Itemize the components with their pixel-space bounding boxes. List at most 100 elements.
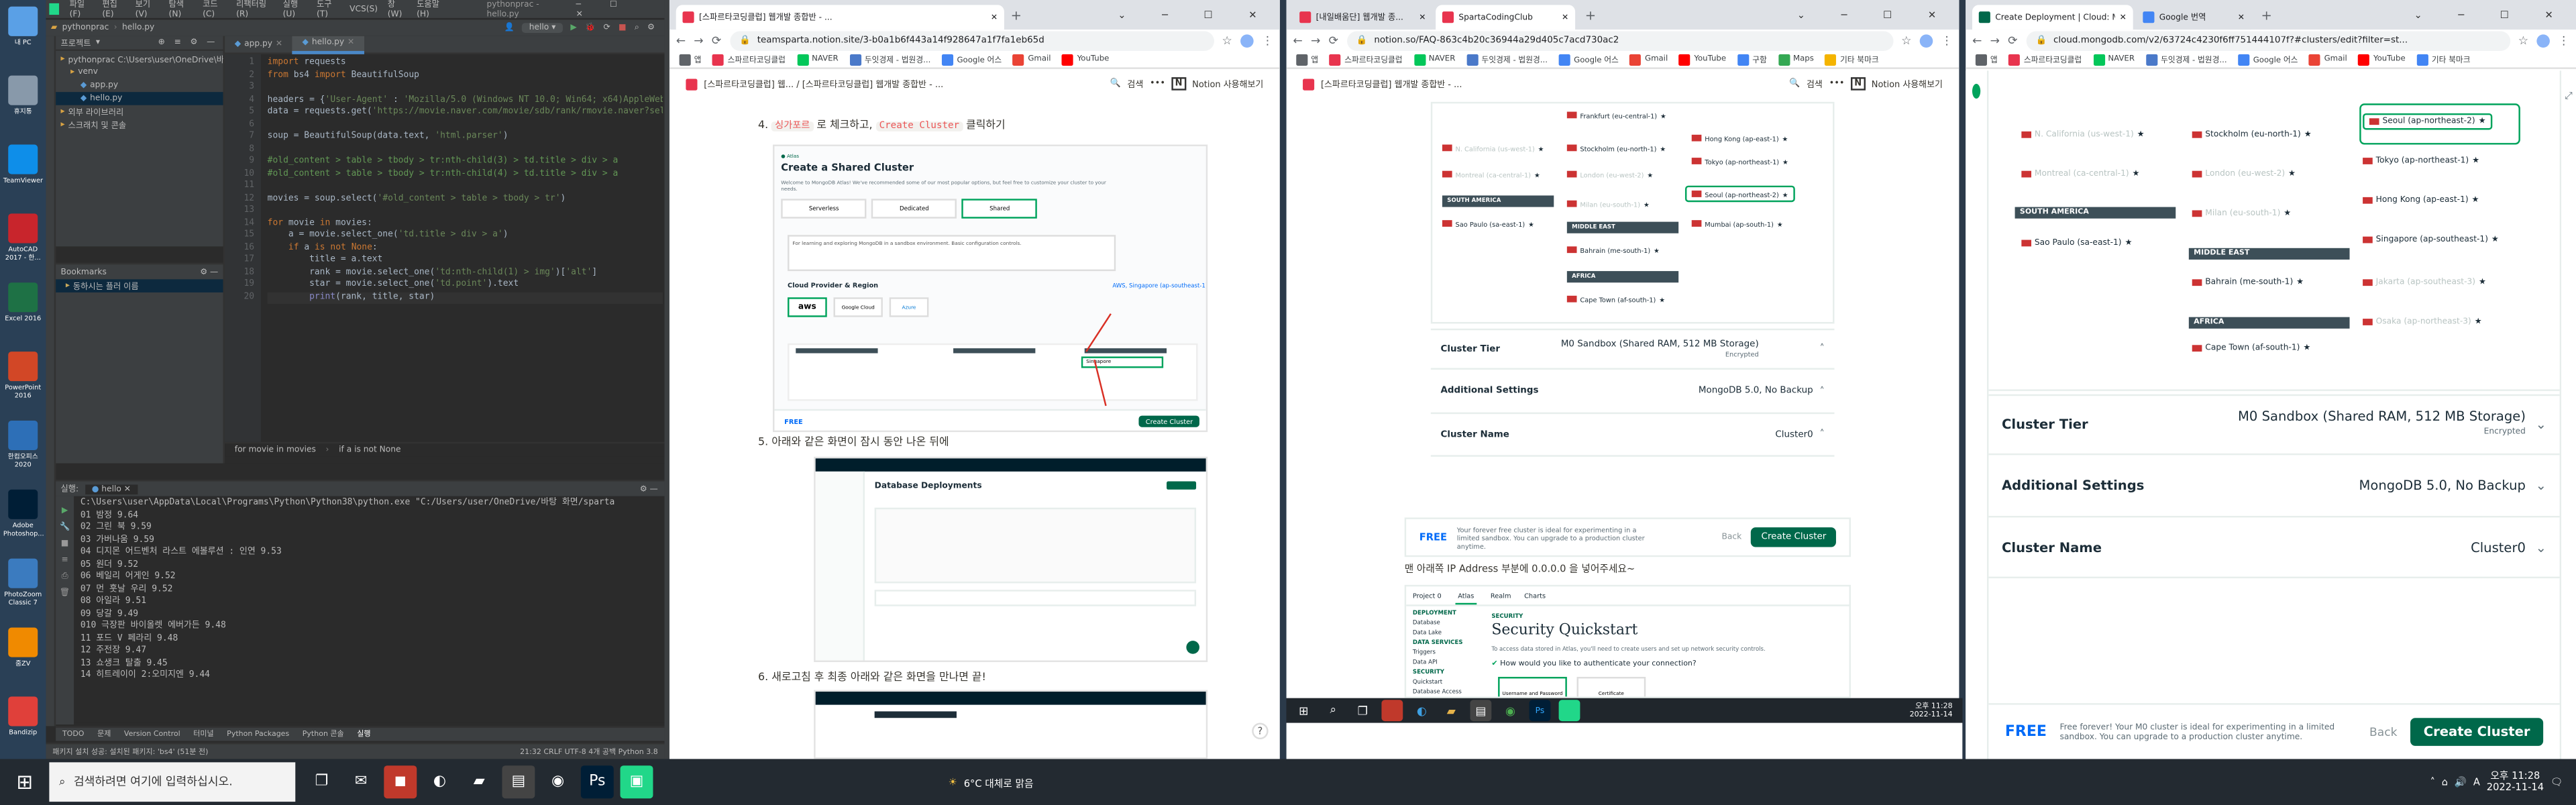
code-line[interactable]: movies = soup.select('#old_content > tab…	[268, 193, 663, 205]
bookmark-item[interactable]: NAVER	[2093, 54, 2135, 66]
pycharm-icon[interactable]	[1558, 700, 1580, 722]
notion-cta[interactable]: Notion 사용해보기	[1872, 77, 1943, 91]
store-icon[interactable]: ▤	[502, 765, 535, 799]
menu-icon[interactable]: ⋮	[1262, 34, 1273, 48]
bottom-tab[interactable]: Python Packages	[227, 731, 289, 739]
mini-time[interactable]: 오후 11:28	[1915, 702, 1952, 710]
mail-icon[interactable]: ✉	[345, 765, 378, 798]
bookmark-item[interactable]: 두잇경제 - 법원경...	[2146, 54, 2227, 66]
project-name[interactable]: pythonprac	[62, 23, 109, 33]
run-tab[interactable]: ● hello ✕	[85, 484, 138, 494]
region-option[interactable]: Sao Paulo (sa-east-1) ★	[2021, 235, 2132, 251]
menu-item[interactable]: 탐색(N)	[169, 0, 193, 19]
bottom-tab[interactable]: TODO	[62, 731, 85, 739]
notion-search-label[interactable]: 검색	[1127, 77, 1143, 91]
region-option[interactable]: Frankfurt (eu-central-1) ★	[1566, 107, 1666, 123]
bookmark-item[interactable]: Google 어스	[1559, 54, 1619, 66]
region-option[interactable]: Seoul (ap-northeast-2) ★	[1684, 185, 1795, 203]
reload-icon[interactable]: ⟳	[2008, 34, 2017, 48]
region-option[interactable]: Stockholm (eu-north-1) ★	[1566, 140, 1666, 156]
coverage-icon[interactable]: ⟳	[604, 23, 610, 33]
wrench-icon[interactable]: 🔧	[56, 519, 74, 535]
debug-icon[interactable]: 🐞	[585, 23, 595, 33]
photoshop-icon[interactable]: Ps	[1529, 700, 1551, 722]
menu-item[interactable]: 도움말(H)	[417, 0, 447, 19]
code-line[interactable]: print(rank, title, star)	[267, 291, 663, 305]
menu-item[interactable]: 편집(E)	[102, 0, 125, 19]
panel-actions-icon[interactable]: ⊕ ≡ ⚙ —	[158, 38, 219, 48]
desktop-icon[interactable]: Bandizip	[3, 696, 43, 736]
profile-icon[interactable]	[1240, 34, 1254, 48]
code-line[interactable]: data = requests.get('https://movie.naver…	[268, 107, 663, 119]
file-name[interactable]: hello.py	[122, 23, 154, 33]
window-controls[interactable]: ⌄ ─ ☐ ✕	[1797, 9, 1953, 20]
bookmark-item[interactable]: NAVER	[797, 54, 839, 66]
notion-more-icon[interactable]: •••	[1150, 79, 1165, 89]
region-option[interactable]: Montreal (ca-central-1) ★	[1442, 166, 1540, 182]
bookmark-item[interactable]: Gmail	[1013, 54, 1051, 66]
desktop-icon[interactable]: AutoCAD 2017 - 한...	[3, 213, 43, 261]
chrome-icon[interactable]: ◉	[1500, 700, 1521, 721]
region-option[interactable]: Bahrain (me-south-1) ★	[1566, 241, 1660, 258]
notion-more-icon[interactable]: •••	[1829, 79, 1845, 89]
bottom-tab[interactable]: Python 콘솔	[303, 729, 344, 739]
cluster-name-row[interactable]: Cluster Name Cluster0 ˄	[1430, 412, 1835, 457]
browser2-tab-1[interactable]: [내일배움단] 웹개발 종... ✕	[1293, 5, 1433, 30]
notification-icon[interactable]: 🗨	[2551, 776, 2563, 788]
reload-icon[interactable]: ⟳	[1329, 34, 1338, 48]
bottom-tab[interactable]: 문제	[97, 729, 111, 739]
region-option[interactable]: Milan (eu-south-1) ★	[1566, 195, 1650, 211]
run-icon[interactable]: ▶	[570, 23, 576, 33]
region-option[interactable]: Tokyo (ap-northeast-1) ★	[1691, 153, 1788, 169]
clock-date[interactable]: 2022-11-14	[2487, 782, 2544, 794]
settings-icon[interactable]: ⚙	[647, 23, 655, 33]
app-icon-red[interactable]	[1381, 700, 1403, 722]
edge-icon[interactable]: ◐	[423, 765, 456, 798]
pycharm-icon[interactable]: ▣	[620, 765, 653, 799]
tree-item[interactable]: ▸pythonprac C:\Users\user\OneDrive\바탕 화면…	[56, 52, 223, 66]
bookmark-item[interactable]: Gmail	[1629, 54, 1668, 66]
bookmark-item[interactable]: YouTube	[2358, 54, 2406, 66]
tab-close-icon[interactable]: ✕	[347, 38, 354, 48]
desktop-icon[interactable]: PhotoZoom Classic 7	[3, 558, 43, 606]
region-option[interactable]: N. California (us-west-1) ★	[2021, 127, 2145, 143]
bookmark-item[interactable]: Maps	[1778, 54, 1814, 66]
code-line[interactable]	[268, 180, 663, 193]
forward-icon[interactable]: →	[1990, 34, 2000, 48]
tree-item[interactable]: ▸ 스크래치 및 콘솔	[56, 118, 223, 131]
breadcrumb-1[interactable]: if a is not None	[339, 445, 400, 455]
trash-icon[interactable]: 🗑	[56, 585, 74, 601]
taskbar-search[interactable]: ⌕ 검색하려면 여기에 입력하십시오.	[49, 762, 296, 802]
forward-icon[interactable]: →	[1311, 34, 1320, 48]
tab-close-icon[interactable]: ✕	[2120, 12, 2127, 22]
desktop-icon[interactable]: Adobe Photoshop...	[3, 489, 44, 537]
region-option[interactable]: London (eu-west-2) ★	[1566, 166, 1653, 182]
code-line[interactable]: title = a.text	[268, 255, 663, 267]
menu-item[interactable]: 실행(U)	[283, 0, 307, 19]
photoshop-icon[interactable]: Ps	[580, 765, 614, 799]
notion-help-icon[interactable]: ?	[1252, 722, 1269, 740]
additional-settings-row[interactable]: Additional Settings MongoDB 5.0, No Back…	[1988, 453, 2560, 516]
menu-item[interactable]: VCS(S)	[350, 4, 378, 14]
windows-start-icon[interactable]: ⊞	[5, 762, 44, 802]
taskview-icon[interactable]: ❐	[305, 765, 338, 798]
address-bar[interactable]: 🔒 teamsparta.notion.site/3-b0a1b6f443a14…	[729, 31, 1214, 51]
region-option[interactable]: Sao Paulo (sa-east-1) ★	[1442, 215, 1534, 231]
notion-breadcrumb[interactable]: [스파르타코딩클럽] 웹개발 종합반 - ...	[1321, 77, 1462, 91]
panel-gear-icon[interactable]: ⚙ —	[200, 267, 218, 277]
notion-search-label[interactable]: 검색	[1807, 77, 1823, 91]
region-option[interactable]: Montreal (ca-central-1) ★	[2021, 166, 2140, 182]
network-icon[interactable]: ⌂	[2442, 776, 2448, 788]
window-controls[interactable]: ─ ☐ ✕	[576, 0, 658, 19]
edge-icon[interactable]: ◐	[1411, 700, 1432, 721]
tab-close-icon[interactable]: ✕	[1562, 12, 1568, 22]
folder-icon[interactable]: ▰	[1441, 700, 1462, 721]
region-option[interactable]: Cape Town (af-south-1) ★	[1566, 290, 1665, 307]
code-line[interactable]: for movie in movies:	[268, 217, 663, 229]
status-left[interactable]: 패키지 설치 성공: 설치된 패키지: 'bs4' (51분 전)	[52, 747, 208, 757]
bookmark-item[interactable]: 스파르타코딩클럽	[2008, 54, 2082, 66]
code-line[interactable]: rank = movie.select_one('td:nth-child(1)…	[268, 267, 663, 279]
bookmark-item[interactable]: 앱	[1296, 54, 1318, 66]
user-icon[interactable]: 👤	[504, 23, 514, 33]
cluster-name-row[interactable]: Cluster Name Cluster0 ⌄	[1988, 515, 2560, 579]
